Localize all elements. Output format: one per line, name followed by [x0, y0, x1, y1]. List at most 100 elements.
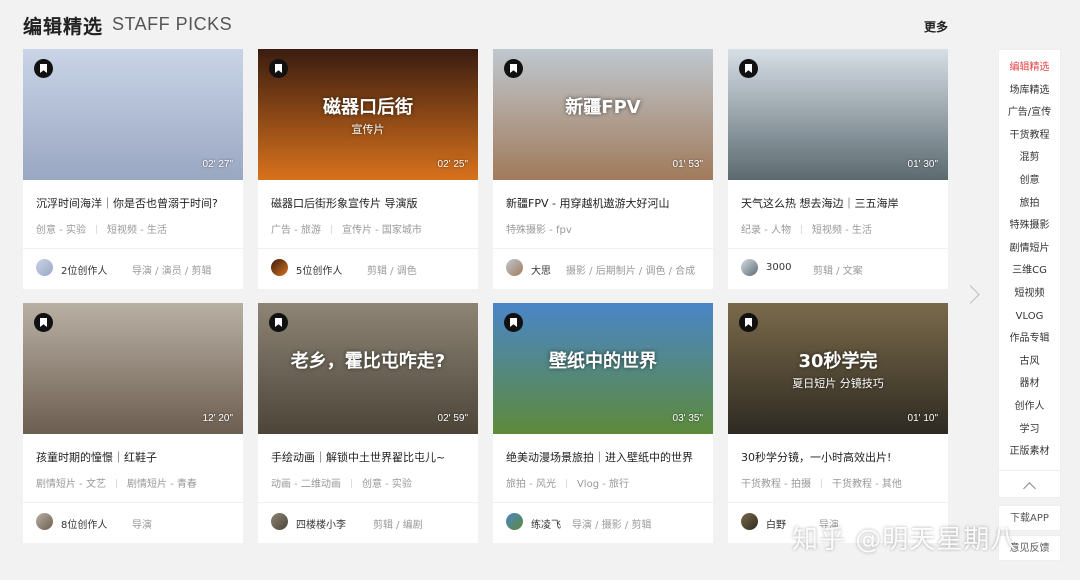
sidebar-item[interactable]: 干货教程 [999, 125, 1060, 148]
card-divider [258, 248, 478, 249]
tag[interactable]: 创意 - 实验 [362, 479, 412, 490]
avatar[interactable] [36, 259, 53, 276]
video-title[interactable]: 沉浮时间海洋｜你是否也曾溺于时间? [36, 195, 236, 211]
video-card[interactable]: 02' 27" 沉浮时间海洋｜你是否也曾溺于时间? 创意 - 实验 短视频 - 生活 2… [23, 49, 243, 289]
video-duration: 02' 27" [202, 159, 233, 170]
video-duration: 12' 20" [202, 413, 233, 424]
creator-roles: 导演 / 摄影 / 剪辑 [572, 520, 652, 531]
sidebar-item[interactable]: 短视频 [999, 283, 1060, 306]
avatar[interactable] [506, 259, 523, 276]
video-tags: 广告 - 旅游 宣传片 - 国家城市 [271, 221, 422, 236]
avatar[interactable] [506, 513, 523, 530]
tag[interactable]: 剧情短片 - 文艺 [36, 479, 106, 490]
avatar[interactable] [271, 259, 288, 276]
video-card[interactable]: 12' 20" 孩童时期的憧憬｜红鞋子剧情短片 - 文艺 剧情短片 - 青春 8位创作… [23, 303, 243, 543]
video-duration: 01' 53" [672, 159, 703, 170]
tag[interactable]: 剧情短片 - 青春 [127, 479, 197, 490]
tag[interactable]: 纪录 - 人物 [741, 225, 791, 236]
tag[interactable]: 创意 - 实验 [36, 225, 86, 236]
video-title[interactable]: 30秒学分镜，一小时高效出片! [741, 449, 941, 465]
sidebar-item[interactable]: 古风 [999, 351, 1060, 374]
creator-name[interactable]: 大思 [531, 262, 551, 277]
next-page-arrow-icon[interactable] [962, 283, 982, 309]
tag[interactable]: 干货教程 - 其他 [832, 479, 902, 490]
video-title[interactable]: 天气这么热 想去海边｜三五海岸 [741, 195, 941, 211]
bookmark-icon[interactable] [34, 59, 53, 78]
bookmark-icon[interactable] [739, 59, 758, 78]
sidebar-item[interactable]: VLOG [999, 306, 1060, 329]
video-thumbnail[interactable]: 02' 27" [23, 49, 243, 180]
card-divider [23, 248, 243, 249]
thumbnail-overlay-text: 老乡，霍比屯咋走? [290, 351, 446, 372]
creator-name[interactable]: 四楼楼小李 [296, 516, 346, 531]
video-card[interactable]: 壁纸中的世界 03' 35" 绝美动漫场景旅拍｜进入壁纸中的世界旅拍 - 风光 Vlo… [493, 303, 713, 543]
bookmark-icon[interactable] [34, 313, 53, 332]
video-card[interactable]: 新疆FPV 01' 53" 新疆FPV - 用穿越机遨游大好河山特殊摄影 - fpv… [493, 49, 713, 289]
sidebar-item[interactable]: 学习 [999, 419, 1060, 442]
creator-name[interactable]: 2位创作人 [61, 262, 107, 277]
sidebar-item[interactable]: 混剪 [999, 147, 1060, 170]
tag[interactable]: 短视频 - 生活 [812, 225, 872, 236]
bookmark-icon[interactable] [269, 59, 288, 78]
video-tags: 动画 - 二维动画 创意 - 实验 [271, 475, 412, 490]
sidebar-item[interactable]: 正版素材 [999, 441, 1060, 464]
tag[interactable]: 旅拍 - 风光 [506, 479, 556, 490]
tag[interactable]: Vlog - 旅行 [577, 479, 629, 490]
tag[interactable]: 干货教程 - 拍摄 [741, 479, 811, 490]
tag-separator [565, 479, 567, 488]
video-card[interactable]: 30秒学完 夏日短片 分镜技巧 01' 10" 30秒学分镜，一小时高效出片! 干货教程… [728, 303, 948, 543]
card-divider [258, 502, 478, 503]
tag-separator [115, 479, 117, 488]
tag[interactable]: 宣传片 - 国家城市 [342, 225, 422, 236]
sidebar-item[interactable]: 三维CG [999, 260, 1060, 283]
tag[interactable]: 广告 - 旅游 [271, 225, 321, 236]
back-to-top-icon[interactable] [998, 470, 1061, 498]
video-thumbnail[interactable]: 老乡，霍比屯咋走? 02' 59" [258, 303, 478, 434]
bookmark-icon[interactable] [504, 313, 523, 332]
card-divider [23, 502, 243, 503]
video-title[interactable]: 绝美动漫场景旅拍｜进入壁纸中的世界 [506, 449, 706, 465]
video-thumbnail[interactable]: 12' 20" [23, 303, 243, 434]
avatar[interactable] [741, 513, 758, 530]
video-card[interactable]: 磁器口后街 宣传片 02' 25" 磁器口后街形象宣传片 导演版广告 - 旅游 宣传片 … [258, 49, 478, 289]
bookmark-icon[interactable] [739, 313, 758, 332]
creator-name[interactable]: 8位创作人 [61, 516, 107, 531]
card-divider [493, 502, 713, 503]
sidebar-item[interactable]: 旅拍 [999, 193, 1060, 216]
video-thumbnail[interactable]: 01' 30" [728, 49, 948, 180]
creator-name[interactable]: 白野 [766, 516, 786, 531]
video-thumbnail[interactable]: 30秒学完 夏日短片 分镜技巧 01' 10" [728, 303, 948, 434]
creator-name[interactable]: 练凌飞 [531, 516, 561, 531]
avatar[interactable] [271, 513, 288, 530]
tag[interactable]: 动画 - 二维动画 [271, 479, 341, 490]
sidebar-item[interactable]: 广告/宣传 [999, 102, 1060, 125]
avatar[interactable] [36, 513, 53, 530]
sidebar-item[interactable]: 器材 [999, 373, 1060, 396]
sidebar-item[interactable]: 剧情短片 [999, 238, 1060, 261]
video-thumbnail[interactable]: 壁纸中的世界 03' 35" [493, 303, 713, 434]
video-title[interactable]: 新疆FPV - 用穿越机遨游大好河山 [506, 195, 706, 211]
creator-roles: 摄影 / 后期制片 / 调色 / 合成 [566, 266, 696, 277]
sidebar-item[interactable]: 创意 [999, 170, 1060, 193]
creator-name[interactable]: 5位创作人 [296, 262, 342, 277]
tag[interactable]: 短视频 - 生活 [107, 225, 167, 236]
sidebar-item[interactable]: 特殊摄影 [999, 215, 1060, 238]
avatar[interactable] [741, 259, 758, 276]
tag-separator [95, 225, 97, 234]
video-thumbnail[interactable]: 磁器口后街 宣传片 02' 25" [258, 49, 478, 180]
video-card[interactable]: 老乡，霍比屯咋走? 02' 59" 手绘动画｜解锁中土世界翟比屯儿~ 动画 - 二维动… [258, 303, 478, 543]
creator-name[interactable]: 3000 [766, 262, 791, 273]
video-thumbnail[interactable]: 新疆FPV 01' 53" [493, 49, 713, 180]
more-link[interactable]: 更多 [924, 18, 948, 35]
sidebar-item[interactable]: 场库精选 [999, 80, 1060, 103]
video-title[interactable]: 孩童时期的憧憬｜红鞋子 [36, 449, 236, 465]
video-card[interactable]: 01' 30" 天气这么热 想去海边｜三五海岸纪录 - 人物 短视频 - 生活 300… [728, 49, 948, 289]
video-title[interactable]: 磁器口后街形象宣传片 导演版 [271, 195, 471, 211]
sidebar-item[interactable]: 创作人 [999, 396, 1060, 419]
bookmark-icon[interactable] [269, 313, 288, 332]
tag[interactable]: 特殊摄影 - fpv [506, 225, 572, 236]
video-title[interactable]: 手绘动画｜解锁中土世界翟比屯儿~ [271, 449, 471, 465]
bookmark-icon[interactable] [504, 59, 523, 78]
sidebar-item[interactable]: 编辑精选 [999, 57, 1060, 80]
sidebar-item[interactable]: 作品专辑 [999, 328, 1060, 351]
